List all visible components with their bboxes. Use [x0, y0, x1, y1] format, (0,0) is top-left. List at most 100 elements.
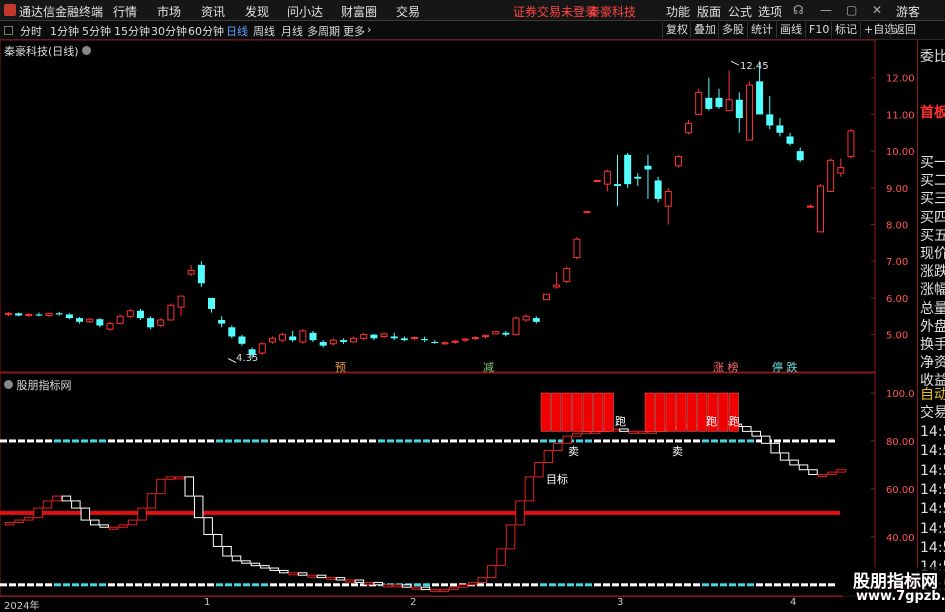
candle-body — [532, 318, 540, 322]
lower-band-dash — [225, 583, 232, 587]
candle-body — [421, 339, 429, 341]
right-panel-label: 现价 — [920, 246, 945, 262]
candle — [614, 154, 621, 207]
signal-block — [644, 392, 655, 432]
upper-band-dash — [414, 439, 421, 443]
candle — [502, 330, 510, 337]
lower-band-dash — [63, 583, 70, 587]
event-tag-zhangbang[interactable]: 涨 榜 — [713, 360, 739, 374]
upper-band-dash — [621, 439, 628, 443]
upper-band-dash — [153, 439, 160, 443]
candle-body — [471, 337, 479, 340]
indicator-step — [316, 574, 327, 579]
lower-band-dash — [432, 583, 439, 587]
candle — [421, 336, 429, 342]
indicator-label-pao-1: 跑 — [615, 414, 626, 428]
indicator-step — [146, 493, 157, 509]
date-label-2: 2 — [410, 597, 417, 608]
main-chart-svg[interactable]: 12.00 11.00 10.00 9.00 8.00 7.00 6.00 5.00 12.4… — [0, 0, 917, 596]
lower-band-dash — [144, 583, 151, 587]
lower-band-dash — [765, 583, 772, 587]
lower-band-dash — [72, 583, 79, 587]
right-panel-label: 14:56 — [920, 520, 945, 537]
indicator-step — [430, 589, 440, 593]
candle — [65, 313, 73, 320]
upper-band-dash — [783, 439, 790, 443]
upper-band-dash — [576, 439, 583, 443]
candle-body — [745, 84, 753, 141]
candle-body — [431, 341, 439, 343]
candle-body — [685, 123, 693, 134]
upper-band-dash — [459, 439, 466, 443]
upper-band-dash — [225, 439, 232, 443]
candle-body — [238, 336, 246, 344]
lower-band-dash — [162, 583, 169, 587]
candle-body — [837, 167, 845, 174]
candle — [664, 187, 672, 225]
price-tick-label: 5.00 — [886, 331, 908, 342]
upper-band-dash — [387, 439, 394, 443]
candle — [735, 92, 743, 133]
indicator-step — [619, 428, 629, 432]
upper-band-dash — [315, 439, 322, 443]
upper-band-dash — [405, 439, 412, 443]
candle-body — [492, 331, 500, 335]
candle-body — [65, 314, 73, 319]
event-tag-tingdie[interactable]: 停 跌 — [772, 360, 798, 374]
candle-body — [482, 334, 490, 337]
upper-band-dash — [603, 439, 610, 443]
candle-body — [674, 156, 682, 167]
indicator-step — [770, 442, 780, 454]
indicator-step — [760, 435, 771, 444]
upper-band-dash — [18, 439, 25, 443]
indicator-step — [590, 430, 601, 434]
indicator-step — [779, 452, 790, 461]
candle — [776, 118, 784, 137]
indicator-step — [468, 581, 478, 586]
lower-band-dash — [234, 583, 241, 587]
indicator-step — [798, 464, 809, 471]
price-axis: 12.00 11.00 10.00 9.00 8.00 7.00 6.00 5.00 — [871, 74, 915, 342]
indicator-pane-border — [0, 372, 876, 596]
right-panel-label: 买五 — [920, 227, 945, 244]
candle-body — [654, 180, 662, 199]
upper-band-dash — [144, 439, 151, 443]
lower-band-dash — [486, 583, 493, 587]
candle — [25, 313, 33, 318]
right-panel-label: 自动 — [920, 387, 945, 403]
lower-band-dash — [342, 583, 349, 587]
candle — [380, 332, 388, 339]
upper-band-dash — [261, 439, 268, 443]
candle — [329, 338, 337, 346]
lower-band-dash — [594, 583, 601, 587]
lower-band-dash — [261, 583, 268, 587]
lower-band-dash — [423, 583, 430, 587]
settings-circle-icon[interactable] — [4, 380, 13, 389]
upper-band-dash — [747, 439, 754, 443]
lower-band-dash — [513, 583, 520, 587]
lower-band-dash — [495, 583, 502, 587]
candle-body — [86, 318, 94, 323]
candle — [654, 176, 662, 203]
candle-body — [583, 211, 591, 214]
right-panel-label: 买二 — [920, 173, 945, 190]
lower-band-dash — [756, 583, 763, 587]
indicator-step — [638, 430, 648, 434]
indicator-step — [80, 507, 91, 521]
event-tag-jian[interactable]: 减 — [483, 361, 494, 374]
candle-body — [5, 312, 12, 315]
candle — [817, 184, 824, 233]
indicator-step — [61, 495, 72, 502]
indicator-step — [269, 567, 280, 571]
candle — [411, 336, 418, 341]
event-tag-yu[interactable]: 预 — [335, 361, 346, 374]
lower-band-dash — [693, 583, 700, 587]
candle-body — [563, 268, 571, 282]
indicator-step — [326, 577, 336, 581]
candle — [157, 318, 165, 328]
price-tick-label: 11.00 — [886, 110, 915, 121]
candle — [542, 293, 550, 301]
upper-band-dash — [234, 439, 241, 443]
candle — [806, 204, 814, 208]
low-label: 4.35 — [236, 353, 258, 364]
